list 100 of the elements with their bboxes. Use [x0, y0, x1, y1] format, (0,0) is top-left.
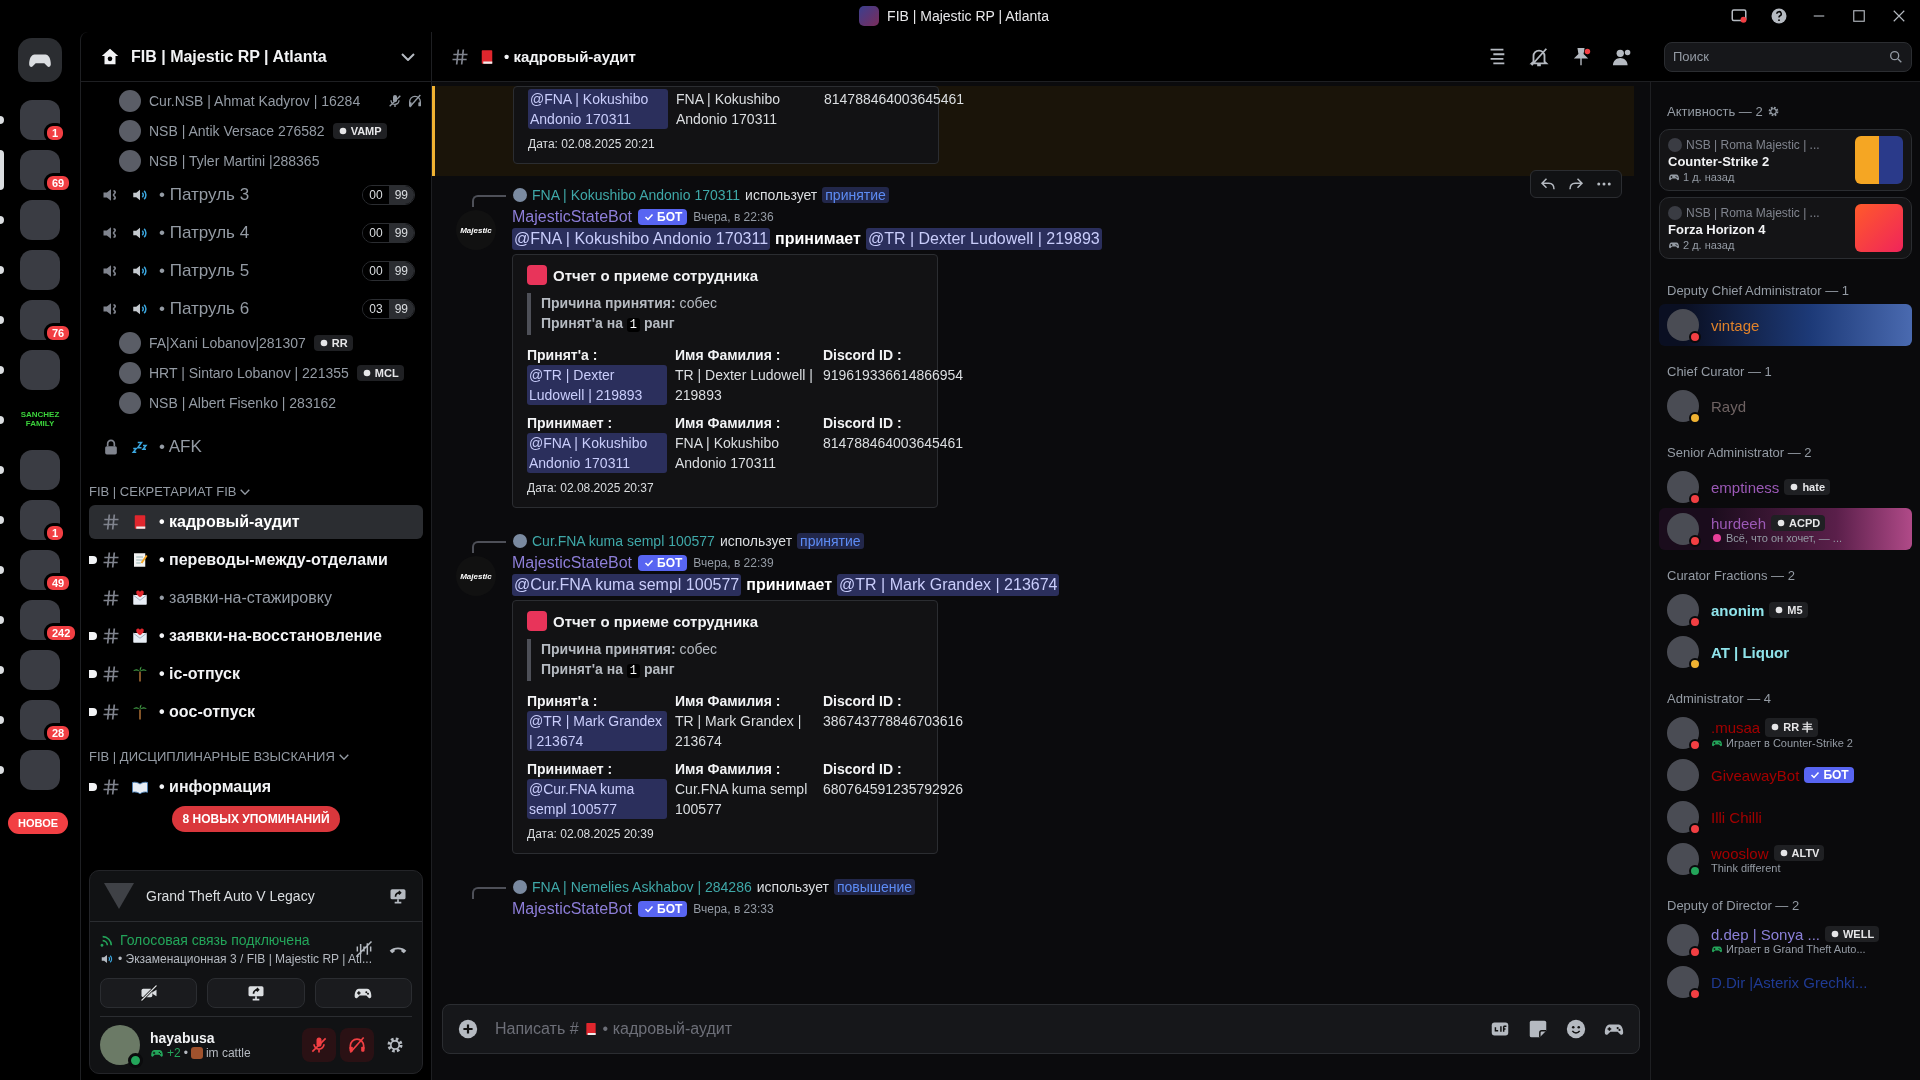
command-link[interactable]: принятие	[797, 533, 864, 549]
bot-badge: БОТ	[1804, 767, 1854, 783]
text-channel[interactable]: • переводы-между-отделами	[89, 543, 423, 577]
reply-username[interactable]: FNA | Kokushibo Andonio 170311	[532, 187, 741, 203]
maximize-icon[interactable]	[1850, 7, 1868, 25]
text-channel[interactable]: • кадровый-аудит	[89, 505, 423, 539]
avatar	[1667, 513, 1699, 545]
field-label: Имя Фамилия :	[675, 692, 782, 711]
avatar	[1668, 205, 1682, 220]
tag-icon	[318, 338, 329, 348]
tag-icon	[1770, 722, 1781, 732]
add-attachment-icon[interactable]	[457, 1018, 479, 1040]
avatar	[1667, 843, 1699, 875]
member-row[interactable]: anonim M5	[1659, 589, 1912, 631]
server-icon[interactable]	[20, 100, 60, 140]
author-name[interactable]: MajesticStateBot	[512, 900, 633, 918]
voice-channel[interactable]: • Патруль 4 00 99	[89, 216, 423, 250]
new-mentions-pill[interactable]: 8 НОВЫХ УПОМИНАНИЙ	[172, 806, 340, 832]
activity-card[interactable]: NSB | Roma Majestic | ... Forza Horizon 4 2 д. назад	[1659, 197, 1912, 259]
member-row[interactable]: .musaa RR 丰 Играет в Counter-Strike 2	[1659, 712, 1912, 754]
voice-user[interactable]: NSB | Antik Versace 276582 VAMP	[119, 118, 423, 144]
user-mention[interactable]: @Cur.FNA kuma sempl 100577	[512, 574, 742, 596]
tag-icon	[1778, 848, 1789, 858]
avatar	[513, 534, 527, 548]
reply-text: использует	[745, 187, 818, 203]
activity-card[interactable]: NSB | Roma Majestic | ... Counter-Strike 2 1 д. назад	[1659, 129, 1912, 191]
voice-channel-link[interactable]: • Экзаменационная 3 / FIB | Majestic RP | Atl...	[118, 952, 372, 966]
activity-time: 1 д. назад	[1683, 170, 1735, 183]
search-field[interactable]: Поиск	[1664, 41, 1912, 72]
help-icon[interactable]	[1770, 7, 1788, 25]
command-link[interactable]: повышение	[833, 879, 916, 895]
avatar	[119, 150, 141, 172]
field-label: Принят'а :	[527, 346, 599, 365]
user-mention[interactable]: @TR | Mark Grandex | 213674	[837, 574, 1060, 596]
author-name[interactable]: MajesticStateBot	[512, 208, 633, 226]
voice-channel[interactable]: • AFK	[89, 430, 423, 464]
author-name[interactable]: MajesticStateBot	[512, 554, 633, 572]
game-title: Counter-Strike 2	[1668, 153, 1771, 169]
camera-button[interactable]	[100, 978, 198, 1008]
voice-user[interactable]: FA|Xani Lobanov|281307 RR	[119, 330, 423, 356]
member-row[interactable]: d.dep | Sonya ... WELL Играет в Grand Theft Auto...	[1659, 919, 1912, 961]
voice-user[interactable]: NSB | Albert Fisenko | 283162	[119, 390, 423, 416]
user-mention[interactable]: @TR | Mark Grandex | 213674	[527, 711, 667, 751]
category-header[interactable]: FIB | СЕКРЕТАРИАТ FIB	[89, 484, 423, 499]
new-pill[interactable]: НОВОЕ	[8, 812, 69, 834]
screen-share-icon[interactable]	[388, 886, 408, 906]
server-icon[interactable]	[20, 500, 60, 540]
screen-share-button[interactable]	[207, 978, 305, 1008]
text-channel[interactable]: • ooc-отпуск	[89, 695, 423, 729]
field-label: Discord ID :	[823, 414, 903, 433]
member-row[interactable]: AT | Liquor	[1659, 631, 1912, 673]
text-channel[interactable]: • заявки-на-стажировку	[89, 581, 423, 615]
member-row[interactable]: wooslow ALTV Think different	[1659, 838, 1912, 880]
mute-button[interactable]	[302, 1028, 336, 1062]
user-mention[interactable]: @FNA | Kokushibo Andonio 170311	[528, 89, 668, 129]
sticker-icon[interactable]	[1527, 1018, 1549, 1040]
voice-channel[interactable]: • Патруль 6 03 99	[89, 292, 423, 326]
hashtag-icon	[450, 46, 470, 67]
activity-text: Играет в Counter-Strike 2	[1726, 736, 1853, 749]
chevron-icon	[338, 753, 349, 760]
reply-username[interactable]: Cur.FNA kuma sempl 100577	[532, 533, 715, 549]
text-channel[interactable]: • заявки-на-восстановление	[89, 619, 423, 653]
inbox-icon[interactable]	[1730, 7, 1748, 25]
reply-text: использует	[756, 879, 829, 895]
server-header[interactable]: FIB | Majestic RP | Atlanta	[81, 32, 431, 82]
reply-username[interactable]: FNA | Nemelies Askhabov | 284286	[532, 879, 752, 895]
user-mention[interactable]: @Cur.FNA kuma sempl 100577	[527, 779, 667, 819]
timestamp: Вчера, в 22:39	[693, 556, 774, 570]
avatar	[1667, 966, 1699, 998]
quote-line: Принят'а на 1 ранг	[541, 314, 676, 334]
settings-icon[interactable]	[1766, 105, 1780, 118]
hashtag-icon	[101, 664, 121, 684]
voice-channel[interactable]: • Патруль 3 00 99	[89, 178, 423, 212]
voice-user[interactable]: HRT | Sintaro Lobanov | 221355 MCL	[119, 360, 423, 386]
member-row[interactable]: emptiness hate	[1659, 466, 1912, 508]
field-label: Принимает :	[527, 760, 614, 779]
user-mention[interactable]: @FNA | Kokushibo Andonio 170311	[527, 433, 667, 473]
activity-button[interactable]	[314, 978, 412, 1008]
role-group-header: Deputy Chief Administrator — 1	[1666, 282, 1851, 300]
bell-muted-icon[interactable]	[1528, 45, 1550, 68]
member-row[interactable]: vintage	[1659, 304, 1912, 346]
voice-user[interactable]: Cur.NSB | Ahmat Kadyrov | 16284	[119, 88, 423, 114]
deafen-button[interactable]	[340, 1028, 374, 1062]
user-mention[interactable]: @TR | Dexter Ludowell | 219893	[865, 228, 1102, 250]
user-mention[interactable]: @FNA | Kokushibo Andonio 170311	[512, 228, 771, 250]
voice-user[interactable]: NSB | Tyler Martini |288365	[119, 148, 423, 174]
member-row[interactable]: hurdeeh ACPD Всё, что он хочет, — ...	[1659, 508, 1912, 550]
home-button[interactable]	[18, 38, 62, 82]
field-value: 680764591235792926	[823, 781, 964, 797]
member-row[interactable]: GiveawayBot БОТ	[1659, 754, 1912, 796]
user-mention[interactable]: @TR | Dexter Ludowell | 219893	[527, 365, 667, 405]
tag-icon	[361, 368, 372, 378]
voice-channel[interactable]: • Патруль 5 00 99	[89, 254, 423, 288]
field-value: 814788464003645461	[823, 435, 964, 451]
text-channel[interactable]: • ic-отпуск	[89, 657, 423, 691]
text-channel[interactable]: • информация	[89, 770, 423, 804]
category-header[interactable]: FIB | ДИСЦИПЛИНАРНЫЕ ВЗЫСКАНИЯ	[89, 749, 423, 764]
reply-connector-line	[472, 887, 506, 899]
command-link[interactable]: принятие	[822, 187, 889, 203]
emoji-icon[interactable]	[1565, 1018, 1587, 1040]
